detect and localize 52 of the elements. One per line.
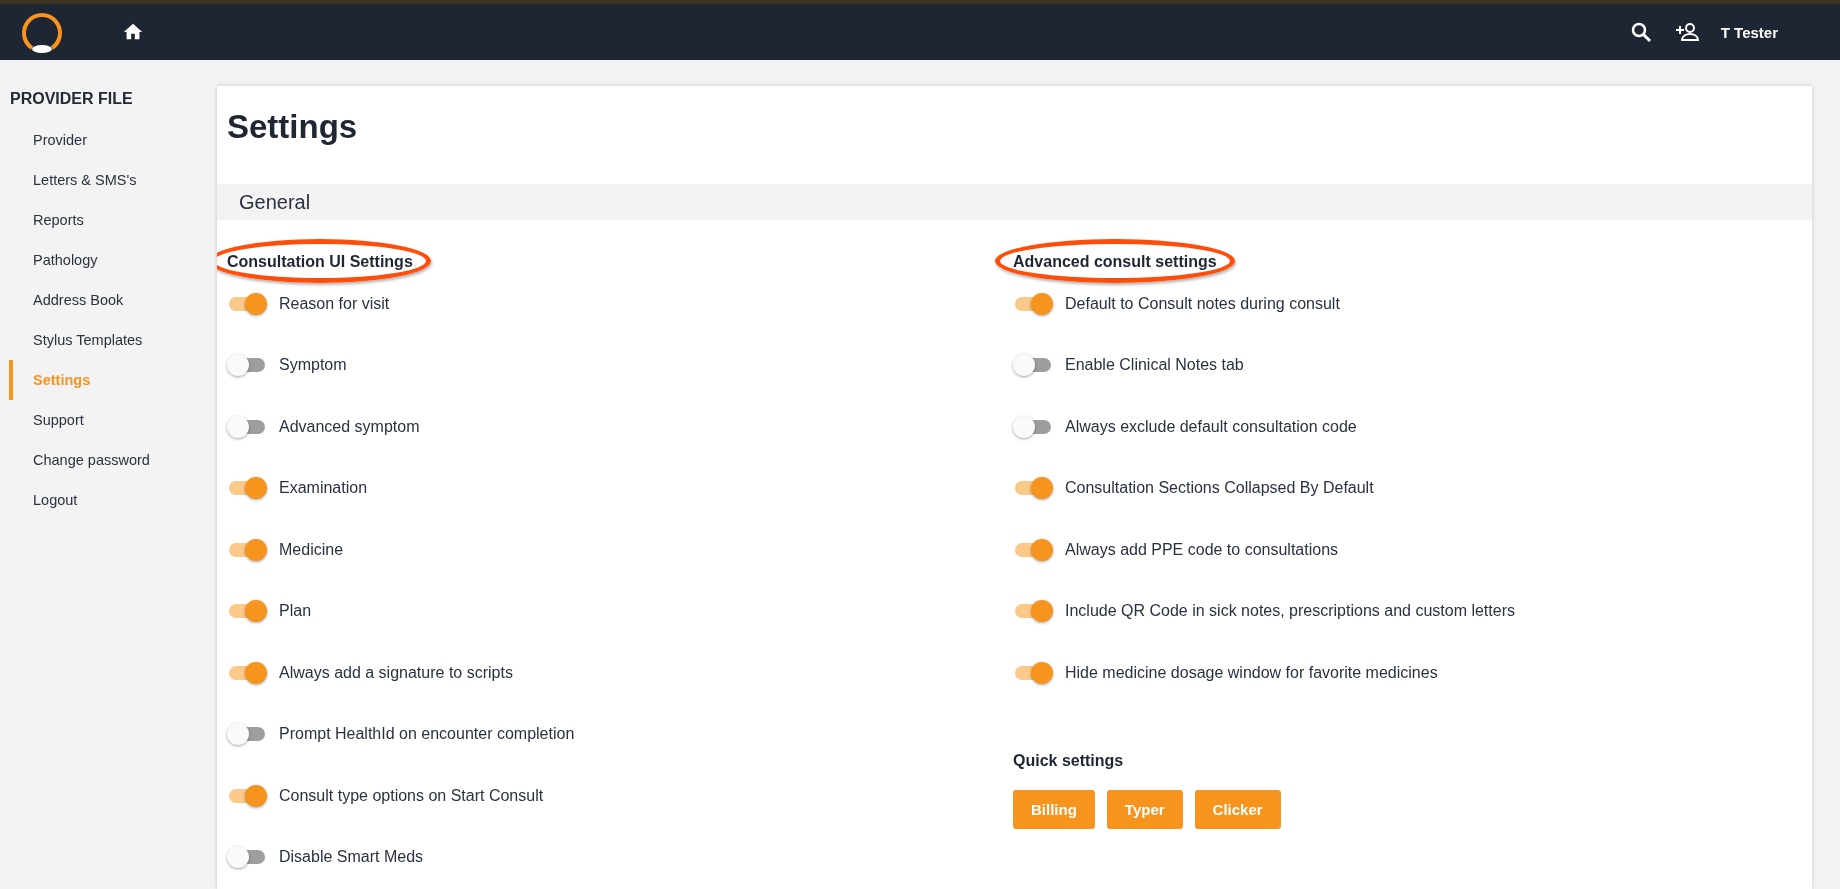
toggle-label: Default to Consult notes during consult	[1065, 294, 1340, 313]
toggle-label: Enable Clinical Notes tab	[1065, 356, 1244, 375]
toggle-switch[interactable]	[1013, 477, 1053, 500]
toggle-label: Hide medicine dosage window for favorite medicines	[1065, 663, 1438, 682]
toggle-label: Prompt HealthId on encounter completion	[279, 725, 575, 744]
quick-settings-heading: Quick settings	[1013, 751, 1124, 769]
sidebar-item[interactable]: Support	[9, 400, 217, 440]
toggle-label: Consult type options on Start Consult	[279, 786, 544, 805]
sidebar-item[interactable]: Logout	[9, 480, 217, 520]
toggle-switch[interactable]	[227, 723, 267, 746]
toggle-label: Always add PPE code to consultations	[1065, 540, 1339, 559]
toggle-label: Plan	[279, 602, 312, 621]
toggle-switch[interactable]	[227, 846, 267, 869]
toggle-switch[interactable]	[1013, 600, 1053, 623]
section-heading: Consultation UI Settings	[227, 253, 413, 270]
user-name[interactable]: T Tester	[1720, 23, 1778, 41]
add-person-icon[interactable]	[1674, 20, 1699, 44]
toggle-switch[interactable]	[227, 477, 267, 500]
toggle-label: Always add a signature to scripts	[279, 663, 513, 682]
logo-icon[interactable]	[20, 10, 64, 54]
section-heading: Advanced consult settings	[1013, 253, 1217, 270]
toggle-label: Consultation Sections Collapsed By Default	[1065, 479, 1374, 498]
toggle-switch[interactable]	[227, 415, 267, 438]
sidebar-item[interactable]: Letters & SMS's	[9, 160, 217, 200]
toggle-switch[interactable]	[1013, 292, 1053, 315]
toggle-label: Symptom	[279, 356, 347, 375]
toggle-switch[interactable]	[227, 538, 267, 561]
sidebar-item[interactable]: Address Book	[9, 280, 217, 320]
toggle-switch[interactable]	[227, 784, 267, 807]
toggle-label: Medicine	[279, 540, 344, 559]
toggle-label: Reason for visit	[279, 294, 390, 313]
page-title: Settings	[227, 108, 359, 147]
toggle-label: Include QR Code in sick notes, prescriptions and custom letters	[1065, 602, 1515, 621]
toggle-label: Examination	[279, 479, 368, 498]
toggle-switch[interactable]	[1013, 661, 1053, 684]
sidebar-item[interactable]: Reports	[9, 200, 217, 240]
sidebar-item[interactable]: Stylus Templates	[9, 320, 217, 360]
toggle-switch[interactable]	[227, 600, 267, 623]
toggle-switch[interactable]	[1013, 415, 1053, 438]
toggle-label: Advanced symptom	[279, 417, 420, 436]
sidebar-item[interactable]: Change password	[9, 440, 217, 480]
toggle-switch[interactable]	[227, 661, 267, 684]
toggle-switch[interactable]	[227, 354, 267, 377]
toggle-label: Always exclude default consultation code	[1065, 417, 1357, 436]
sidebar-title: PROVIDER FILE	[10, 90, 133, 108]
toggle-switch[interactable]	[1013, 354, 1053, 377]
toggle-switch[interactable]	[1013, 538, 1053, 561]
toggle-label: Disable Smart Meds	[279, 848, 424, 867]
section-title: General	[239, 190, 311, 214]
sidebar-item[interactable]: Provider	[9, 120, 217, 160]
sidebar-item[interactable]: Pathology	[9, 240, 217, 280]
toggle-switch[interactable]	[227, 292, 267, 315]
